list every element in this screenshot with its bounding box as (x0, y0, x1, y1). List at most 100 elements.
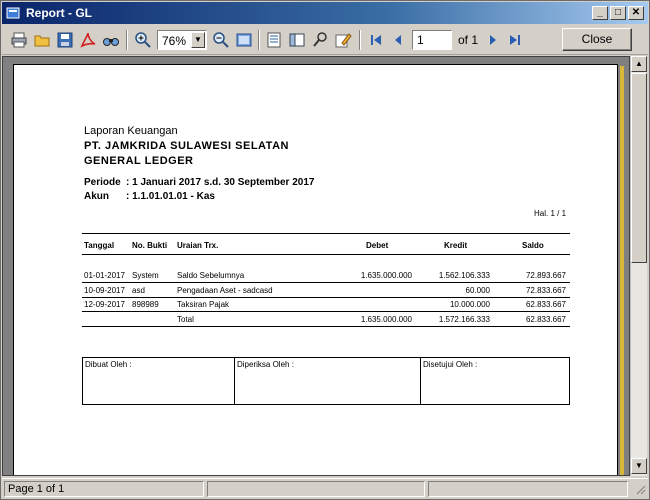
title-bar[interactable]: Report - GL _ □ ✕ (2, 2, 648, 24)
export-pdf-button[interactable] (78, 30, 98, 50)
zoom-in-icon (135, 32, 151, 48)
zoom-value: 76% (162, 34, 187, 48)
col-saldo: Saldo (522, 241, 544, 250)
row-1-kredit: 1.562.106.333 (438, 271, 490, 280)
export-button[interactable] (264, 30, 284, 50)
col-kredit: Kredit (444, 241, 468, 250)
last-page-button[interactable] (505, 30, 525, 50)
row-3-kredit: 10.000.000 (449, 300, 490, 309)
export-icon (267, 32, 281, 48)
previous-page-icon (395, 35, 401, 45)
resize-grip-icon[interactable] (634, 483, 646, 495)
toolbar-separator (258, 30, 260, 50)
toolbar: 76% ▼ 1 of 1 Close (2, 25, 648, 55)
find-button[interactable] (101, 30, 121, 50)
signature-disetujui: Disetujui Oleh : (423, 360, 478, 369)
window-title: Report - GL (26, 6, 92, 20)
row-divider (82, 282, 570, 283)
total-label: Total (177, 315, 194, 324)
maximize-button[interactable]: □ (610, 6, 626, 20)
previous-page-button[interactable] (388, 30, 408, 50)
periode-label: Periode (84, 177, 121, 188)
toolbar-separator (359, 30, 361, 50)
periode-value: : 1 Januari 2017 s.d. 30 September 2017 (126, 177, 315, 188)
save-icon (57, 32, 73, 48)
header-rule-bottom (82, 254, 570, 255)
report-subtitle: Laporan Keuangan (84, 125, 178, 137)
col-tanggal: Tanggal (84, 241, 115, 250)
row-3-tanggal: 12-09-2017 (84, 300, 125, 309)
report-viewer[interactable]: Laporan Keuangan PT. JAMKRIDA SULAWESI S… (2, 56, 630, 476)
signature-dibuat: Dibuat Oleh : (83, 358, 235, 404)
report-window: Report - GL _ □ ✕ 76% ▼ 1 of 1 Close Lap… (0, 0, 650, 500)
chevron-down-icon[interactable]: ▼ (191, 32, 205, 48)
scroll-up-icon[interactable]: ▲ (631, 56, 647, 72)
header-rule-top (82, 233, 570, 234)
edit-button[interactable] (333, 30, 353, 50)
row-2-no-bukti: asd (132, 286, 145, 295)
row-2-uraian: Pengadaan Aset - sadcasd (177, 286, 273, 295)
page-shadow (620, 66, 624, 475)
akun-label: Akun (84, 191, 109, 202)
page-view-icon (236, 33, 252, 47)
zoom-out-icon (213, 32, 229, 48)
zoom-in-button[interactable] (133, 30, 153, 50)
toolbar-separator (126, 30, 128, 50)
row-divider (82, 297, 570, 298)
pdf-icon (80, 32, 96, 48)
zoom-select[interactable]: 76% ▼ (157, 30, 207, 50)
page-indicator: Hal. 1 / 1 (534, 209, 567, 218)
first-page-button[interactable] (366, 30, 386, 50)
zoom-out-button[interactable] (211, 30, 231, 50)
row-3-saldo: 62.833.667 (525, 300, 566, 309)
print-icon (11, 32, 27, 48)
page-count-label: of 1 (458, 33, 479, 47)
page-status: Page 1 of 1 (4, 481, 204, 497)
scroll-down-icon[interactable]: ▼ (631, 458, 647, 474)
row-1-saldo: 72.893.667 (525, 271, 566, 280)
parameter-icon (313, 32, 327, 47)
app-icon (6, 7, 20, 19)
signature-diperiksa: Diperiksa Oleh : (235, 358, 421, 404)
report-title: GENERAL LEDGER (84, 155, 194, 167)
total-debet: 1.635.000.000 (360, 315, 412, 324)
row-divider (82, 311, 570, 312)
status-bar: Page 1 of 1 (2, 478, 648, 498)
row-3-uraian: Taksiran Pajak (177, 300, 230, 309)
signature-box: Dibuat Oleh : Diperiksa Oleh : Disetujui… (82, 357, 570, 405)
page-number-input[interactable]: 1 (412, 30, 452, 50)
col-no-bukti: No. Bukti (132, 241, 168, 250)
open-button[interactable] (32, 30, 52, 50)
company-name: PT. JAMKRIDA SULAWESI SELATAN (84, 140, 289, 152)
total-kredit: 1.572.166.333 (438, 315, 490, 324)
scroll-thumb[interactable] (631, 73, 647, 263)
next-page-icon (490, 35, 496, 45)
row-3-no-bukti: 898989 (132, 300, 159, 309)
row-1-uraian: Saldo Sebelumnya (177, 271, 245, 280)
row-1-tanggal: 01-01-2017 (84, 271, 125, 280)
group-tree-icon (289, 33, 305, 47)
close-window-button[interactable]: ✕ (628, 6, 644, 20)
status-panel (207, 481, 425, 497)
total-rule (82, 326, 570, 327)
open-icon (34, 35, 50, 47)
last-page-icon (510, 35, 520, 45)
print-button[interactable] (9, 30, 29, 50)
page-view-button[interactable] (234, 30, 254, 50)
akun-value: : 1.1.01.01.01 - Kas (126, 191, 215, 202)
report-page: Laporan Keuangan PT. JAMKRIDA SULAWESI S… (13, 64, 618, 475)
save-button[interactable] (55, 30, 75, 50)
edit-icon (335, 33, 352, 48)
next-page-button[interactable] (483, 30, 503, 50)
row-1-debet: 1.635.000.000 (360, 271, 412, 280)
total-saldo: 62.833.667 (525, 315, 566, 324)
vertical-scrollbar[interactable]: ▲ ▼ (630, 56, 647, 476)
status-panel (428, 481, 628, 497)
col-uraian: Uraian Trx. (177, 241, 219, 250)
row-2-saldo: 72.833.667 (525, 286, 566, 295)
col-debet: Debet (366, 241, 389, 250)
close-button[interactable]: Close (562, 28, 632, 51)
group-tree-button[interactable] (287, 30, 307, 50)
parameter-button[interactable] (310, 30, 330, 50)
minimize-button[interactable]: _ (592, 6, 608, 20)
